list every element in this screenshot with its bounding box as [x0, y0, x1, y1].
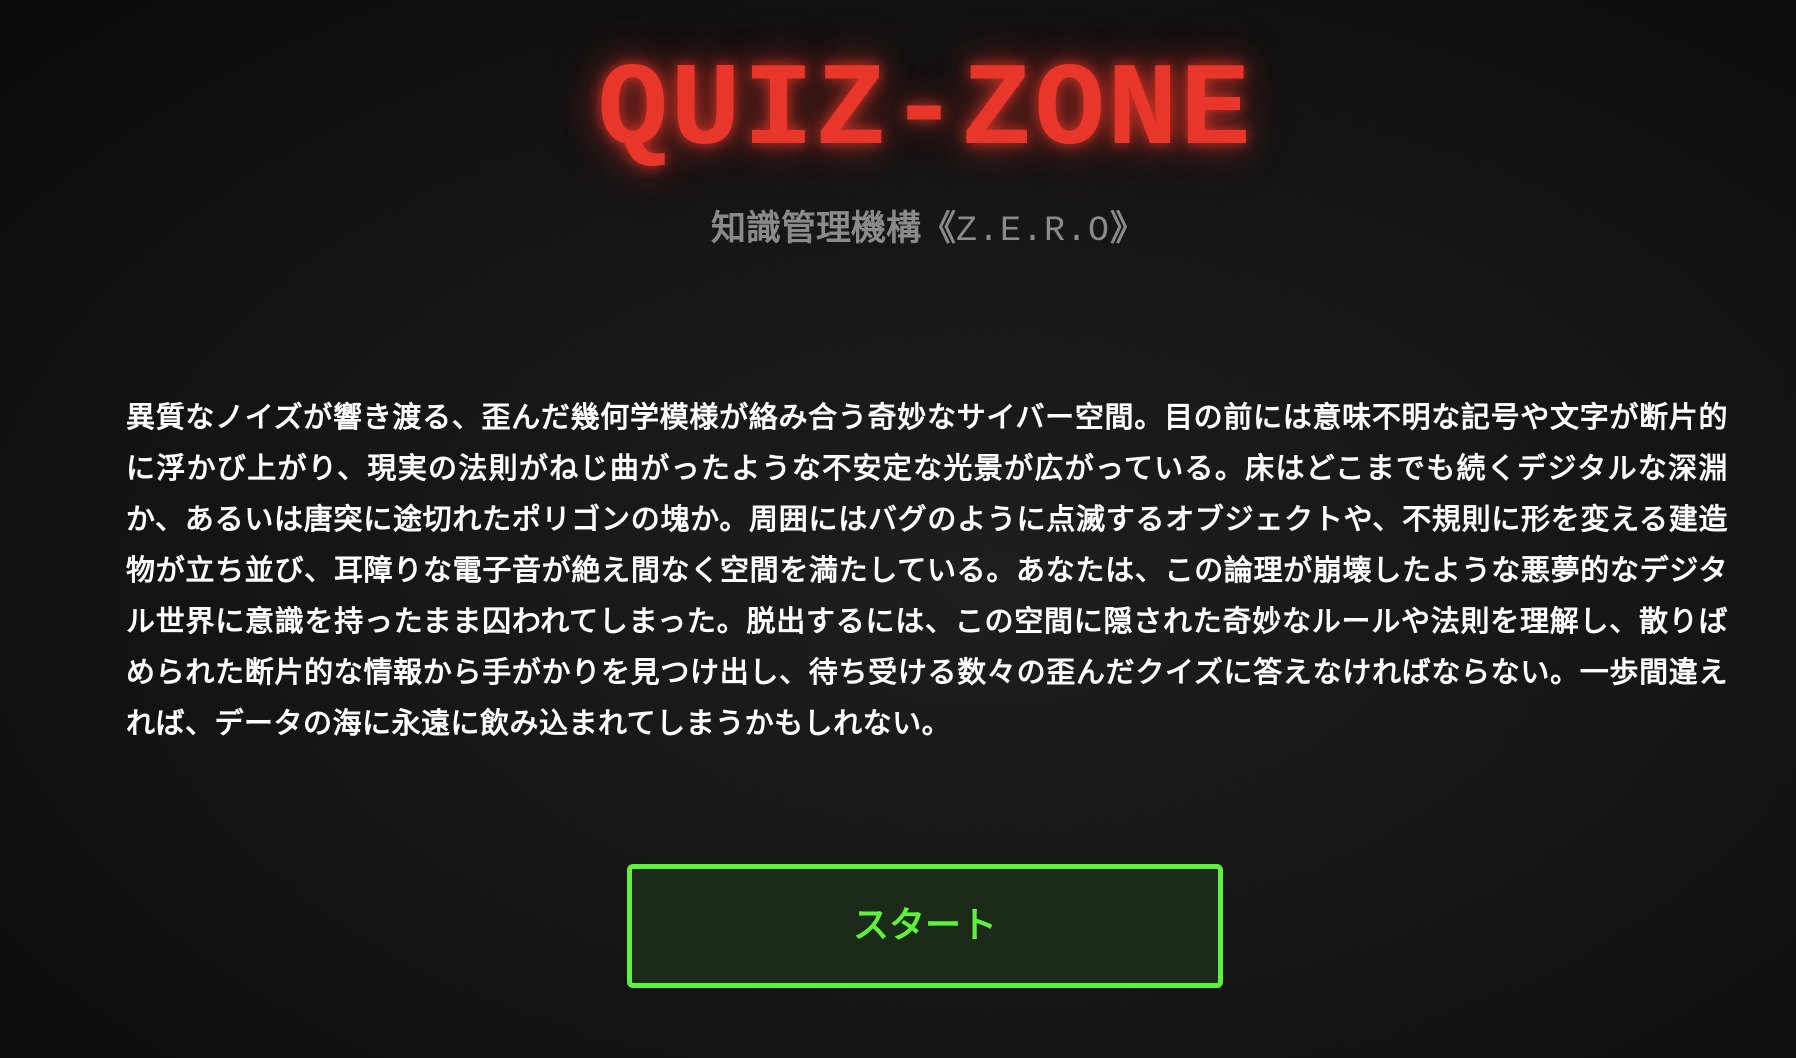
start-screen: QUIZ-ZONE 知識管理機構《Z.E.R.O》 異質なノイズが響き渡る、歪ん… [0, 0, 1796, 1058]
subtitle-organization: 知識管理機構 [710, 209, 921, 249]
game-subtitle: 知識管理機構《Z.E.R.O》 [0, 204, 1796, 256]
story-text: 異質なノイズが響き渡る、歪んだ幾何学模様が絡み合う奇妙なサイバー空間。目の前には… [126, 400, 1728, 740]
subtitle-code: Z.E.R.O [955, 211, 1111, 251]
start-button[interactable]: スタート [627, 864, 1223, 988]
subtitle-close-bracket: 》 [1110, 209, 1146, 249]
subtitle-open-bracket: 《 [920, 209, 956, 249]
game-title: QUIZ-ZONE [597, 46, 1253, 179]
